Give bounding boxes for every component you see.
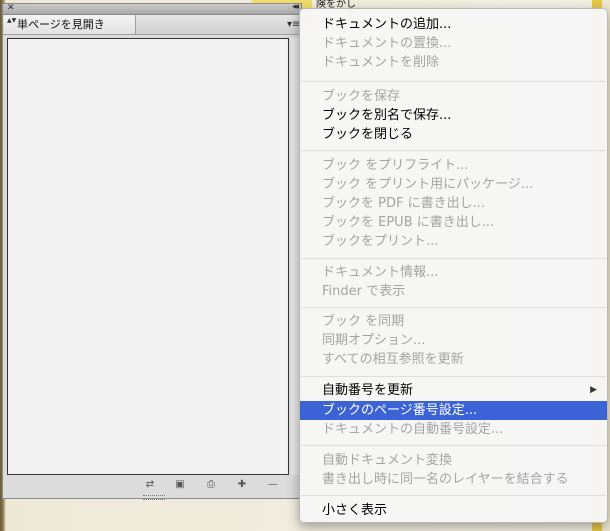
collapse-icon[interactable]: ◂◂ xyxy=(292,2,299,12)
panel-bottom-bar: ⇄ ▣ ⎙ ✚ — xyxy=(3,478,301,494)
panel-titlebar[interactable]: ✕ ◂◂ xyxy=(3,2,301,15)
menu-item-print-book[interactable]: ブックをプリント... xyxy=(300,232,607,251)
menu-item-merge-identically-named-layers[interactable]: 書き出し時に同一名のレイヤーを結合する xyxy=(300,470,607,489)
menu-item-small-panel-rows[interactable]: 小さく表示 xyxy=(300,501,607,520)
menu-item-label: 自動番号を更新 xyxy=(322,383,414,398)
panel-menu-button[interactable]: ▾≡ xyxy=(287,19,300,30)
remove-document-icon[interactable]: — xyxy=(266,478,280,492)
document-list[interactable] xyxy=(7,38,289,475)
tab-order-arrows-icon: ▲▼ xyxy=(7,17,17,24)
menu-separator xyxy=(301,376,606,377)
print-icon[interactable]: ⎙ xyxy=(204,478,218,492)
panel-tab-row: ▲▼ 単ページを見開き ▾≡ xyxy=(3,15,301,35)
menu-item-package-book[interactable]: ブック をプリント用にパッケージ... xyxy=(300,175,607,194)
menu-item-synchronize-book[interactable]: ブック を同期 xyxy=(300,312,607,331)
menu-item-reveal-in-finder[interactable]: Finder で表示 xyxy=(300,282,607,301)
menu-item-close-book[interactable]: ブックを閉じる xyxy=(300,125,607,144)
menu-item-save-book[interactable]: ブックを保存 xyxy=(300,87,607,106)
close-icon[interactable]: ✕ xyxy=(7,3,15,13)
book-panel: ✕ ◂◂ ▲▼ 単ページを見開き ▾≡ ⇄ ▣ ⎙ ✚ — xyxy=(2,2,302,500)
menu-separator xyxy=(301,495,606,496)
submenu-arrow-icon: ▶ xyxy=(590,385,597,395)
menu-item-document-numbering-options[interactable]: ドキュメントの自動番号設定... xyxy=(300,420,607,439)
menu-item-update-numbering[interactable]: 自動番号を更新 ▶ xyxy=(300,381,607,400)
add-document-icon[interactable]: ✚ xyxy=(235,478,249,492)
panel-context-menu: ドキュメントの追加... ドキュメントの置換... ドキュメントを削除 ブックを… xyxy=(299,8,608,523)
menu-item-preflight-book[interactable]: ブック をプリフライト... xyxy=(300,156,607,175)
menu-separator xyxy=(301,258,606,259)
sync-icon[interactable]: ⇄ xyxy=(143,478,157,492)
menu-separator xyxy=(301,307,606,308)
resize-grip[interactable] xyxy=(143,495,165,500)
menu-item-export-pdf[interactable]: ブックを PDF に書き出し... xyxy=(300,194,607,213)
menu-separator xyxy=(301,81,606,82)
menu-item-automatic-document-conversion[interactable]: 自動ドキュメント変換 xyxy=(300,451,607,470)
menu-item-add-document[interactable]: ドキュメントの追加... xyxy=(300,15,607,34)
scrollbar[interactable] xyxy=(291,38,299,475)
menu-item-export-epub[interactable]: ブックを EPUB に書き出し... xyxy=(300,213,607,232)
menu-separator xyxy=(301,150,606,151)
save-icon[interactable]: ▣ xyxy=(173,478,187,492)
menu-item-replace-document[interactable]: ドキュメントの置換... xyxy=(300,34,607,53)
tab-label: 単ページを見開き xyxy=(17,18,105,31)
menu-separator xyxy=(301,445,606,446)
menu-item-book-page-numbering-options[interactable]: ブックのページ番号設定... xyxy=(300,401,607,420)
menu-item-document-info[interactable]: ドキュメント情報... xyxy=(300,263,607,282)
menu-item-remove-document[interactable]: ドキュメントを削除 xyxy=(300,53,607,72)
menu-item-sync-options[interactable]: 同期オプション... xyxy=(300,331,607,350)
tab-book[interactable]: ▲▼ 単ページを見開き xyxy=(4,15,136,34)
menu-item-update-cross-references[interactable]: すべての相互参照を更新 xyxy=(300,350,607,369)
menu-item-save-book-as[interactable]: ブックを別名で保存... xyxy=(300,106,607,125)
